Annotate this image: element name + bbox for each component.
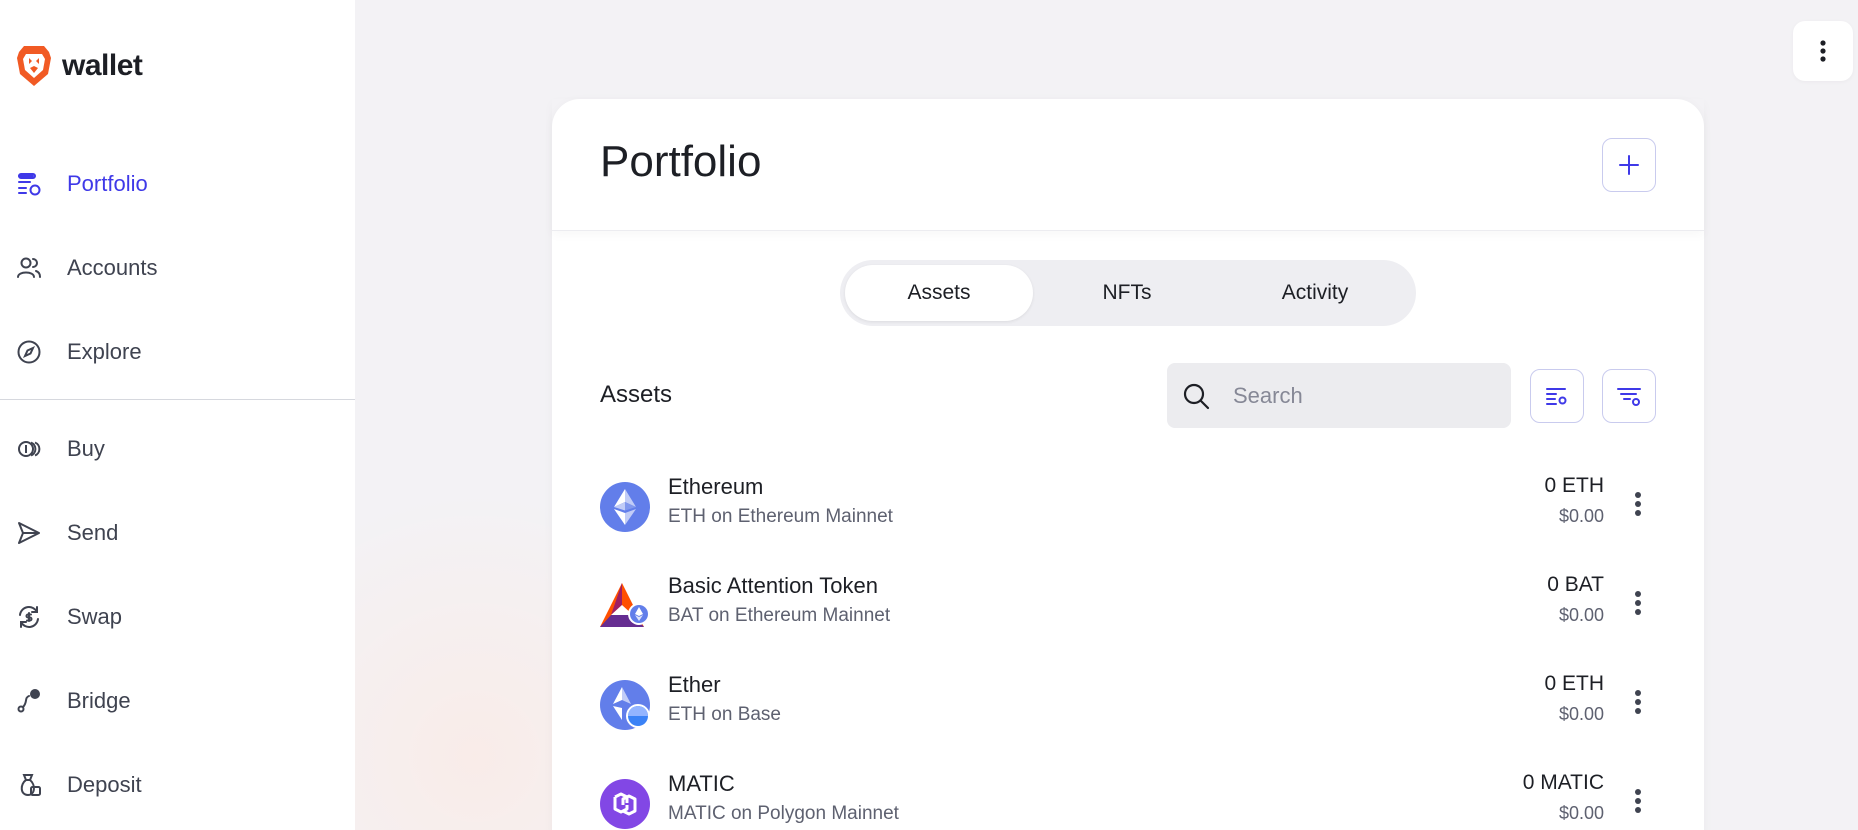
sidebar-item-bridge[interactable]: Bridge [0,671,355,731]
sidebar-item-label: Bridge [67,688,131,713]
search-box [1167,363,1511,428]
vertical-dots-icon [1635,690,1641,714]
asset-row-ether-base[interactable]: Ether ETH on Base 0 ETH $0.00 [600,672,1656,752]
asset-more-button[interactable] [1620,783,1656,819]
send-icon [16,520,42,546]
tab-nfts[interactable]: NFTs [1033,265,1221,321]
asset-more-button[interactable] [1620,684,1656,720]
sidebar-item-buy[interactable]: Buy [0,419,355,479]
asset-name: MATIC [668,771,735,796]
more-options-button[interactable] [1793,21,1853,81]
vertical-dots-icon [1635,789,1641,813]
card-header: Portfolio [552,99,1704,231]
sidebar-divider [0,399,355,400]
sidebar-item-send[interactable]: Send [0,503,355,563]
assets-section-title: Assets [600,381,673,408]
portfolio-tabs: Assets NFTs Activity [840,260,1416,326]
vertical-dots-icon [1635,492,1641,516]
asset-row-bat[interactable]: Basic Attention Token BAT on Ethereum Ma… [600,573,1656,653]
brand-name: wallet [62,49,143,82]
asset-fiat-value: $0.00 [1558,704,1604,724]
deposit-icon [16,772,42,798]
asset-name: Ethereum [668,474,764,499]
asset-more-button[interactable] [1620,486,1656,522]
asset-balance: 0 ETH [1544,474,1604,497]
bridge-icon [16,688,42,714]
sidebar-item-label: Portfolio [67,171,148,196]
brave-lion-icon [17,46,51,86]
filter-icon [1617,388,1641,406]
portfolio-card: Portfolio Assets NFTs Activity Assets Se… [552,99,1704,830]
sidebar-item-explore[interactable]: Explore [0,322,355,382]
sidebar-item-label: Swap [67,604,123,629]
accounts-icon [16,255,42,281]
asset-name: Ether [668,672,721,697]
asset-fiat-value: $0.00 [1558,506,1604,526]
swap-icon [16,604,42,630]
tab-activity[interactable]: Activity [1221,265,1409,321]
asset-network: MATIC on Polygon Mainnet [668,803,899,824]
asset-row-ethereum[interactable]: Ethereum ETH on Ethereum Mainnet 0 ETH $… [600,474,1656,554]
polygon-icon [600,779,650,829]
asset-balance: 0 MATIC [1522,771,1604,794]
sidebar-item-label: Send [67,520,119,545]
asset-row-matic[interactable]: MATIC MATIC on Polygon Mainnet 0 MATIC $… [600,771,1656,830]
portfolio-icon [16,171,42,197]
search-icon [1183,383,1210,409]
compass-icon [16,339,42,365]
ethereum-icon [600,482,650,532]
sidebar-item-label: Explore [67,339,142,364]
vertical-dots-icon [1820,40,1826,62]
list-settings-icon [1546,388,1567,405]
vertical-dots-icon [1635,591,1641,615]
search-input[interactable] [1233,382,1483,409]
coins-icon [16,436,42,462]
asset-balance: 0 BAT [1547,573,1604,596]
sidebar: wallet Portfolio Accounts Explore Buy Se… [0,0,355,830]
brand[interactable]: wallet [16,44,143,88]
asset-more-button[interactable] [1620,585,1656,621]
ether-base-icon [600,680,650,730]
tab-assets[interactable]: Assets [845,265,1033,321]
asset-fiat-value: $0.00 [1558,803,1604,823]
sidebar-item-deposit[interactable]: Deposit [0,755,355,815]
filter-settings-button[interactable] [1602,369,1656,423]
sidebar-item-label: Deposit [67,772,142,797]
plus-icon [1619,155,1639,175]
sidebar-item-portfolio[interactable]: Portfolio [0,154,355,214]
asset-network: ETH on Base [668,704,781,725]
bat-icon [600,583,650,627]
display-settings-button[interactable] [1530,369,1584,423]
asset-fiat-value: $0.00 [1558,605,1604,625]
asset-network: ETH on Ethereum Mainnet [668,506,893,527]
asset-name: Basic Attention Token [668,573,878,598]
sidebar-item-label: Accounts [67,255,158,280]
page-title: Portfolio [600,137,762,186]
sidebar-item-swap[interactable]: Swap [0,587,355,647]
sidebar-item-accounts[interactable]: Accounts [0,238,355,298]
add-asset-button[interactable] [1602,138,1656,192]
sidebar-item-label: Buy [67,436,105,461]
asset-balance: 0 ETH [1544,672,1604,695]
asset-network: BAT on Ethereum Mainnet [668,605,891,626]
